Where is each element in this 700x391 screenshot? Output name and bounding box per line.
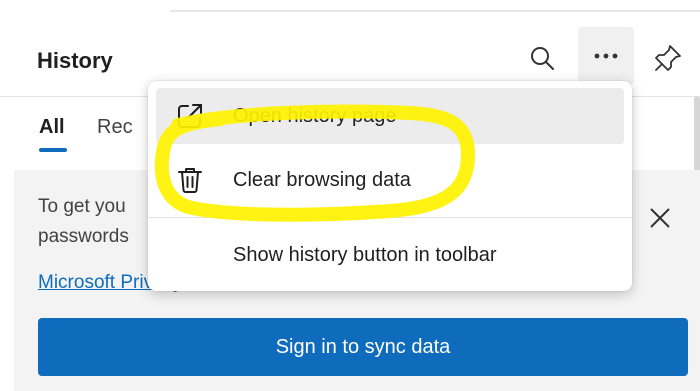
menu-item-label: Clear browsing data [233, 169, 411, 191]
menu-item-clear-browsing-data[interactable]: Clear browsing data [156, 152, 624, 208]
menu-item-show-history-button[interactable]: Show history button in toolbar [156, 227, 624, 283]
menu-item-label: Show history button in toolbar [233, 244, 497, 266]
tab-selected-indicator [39, 148, 67, 152]
trash-icon [178, 168, 202, 193]
menu-divider [148, 217, 632, 218]
pin-panel-button[interactable] [640, 28, 696, 88]
tab-recently-closed[interactable]: Rec [97, 116, 133, 139]
tab-all[interactable]: All [39, 116, 67, 152]
panel-title: History [37, 48, 113, 73]
tab-recently-closed-label: Rec [97, 116, 133, 138]
sign-in-sync-button[interactable]: Sign in to sync data [38, 318, 688, 376]
dismiss-banner-button[interactable] [642, 200, 678, 236]
search-history-button[interactable] [514, 28, 570, 88]
more-options-menu: Open history page Clear browsing data Sh… [148, 81, 632, 291]
more-icon [594, 53, 618, 59]
tab-all-label: All [39, 116, 65, 138]
menu-item-label: Open history page [233, 105, 397, 127]
search-icon [531, 47, 554, 70]
browser-top-edge [0, 0, 700, 12]
more-options-button[interactable] [578, 27, 634, 85]
pin-icon [655, 45, 681, 71]
close-icon [650, 208, 670, 228]
menu-item-open-history-page[interactable]: Open history page [156, 88, 624, 144]
open-external-icon [178, 104, 202, 128]
